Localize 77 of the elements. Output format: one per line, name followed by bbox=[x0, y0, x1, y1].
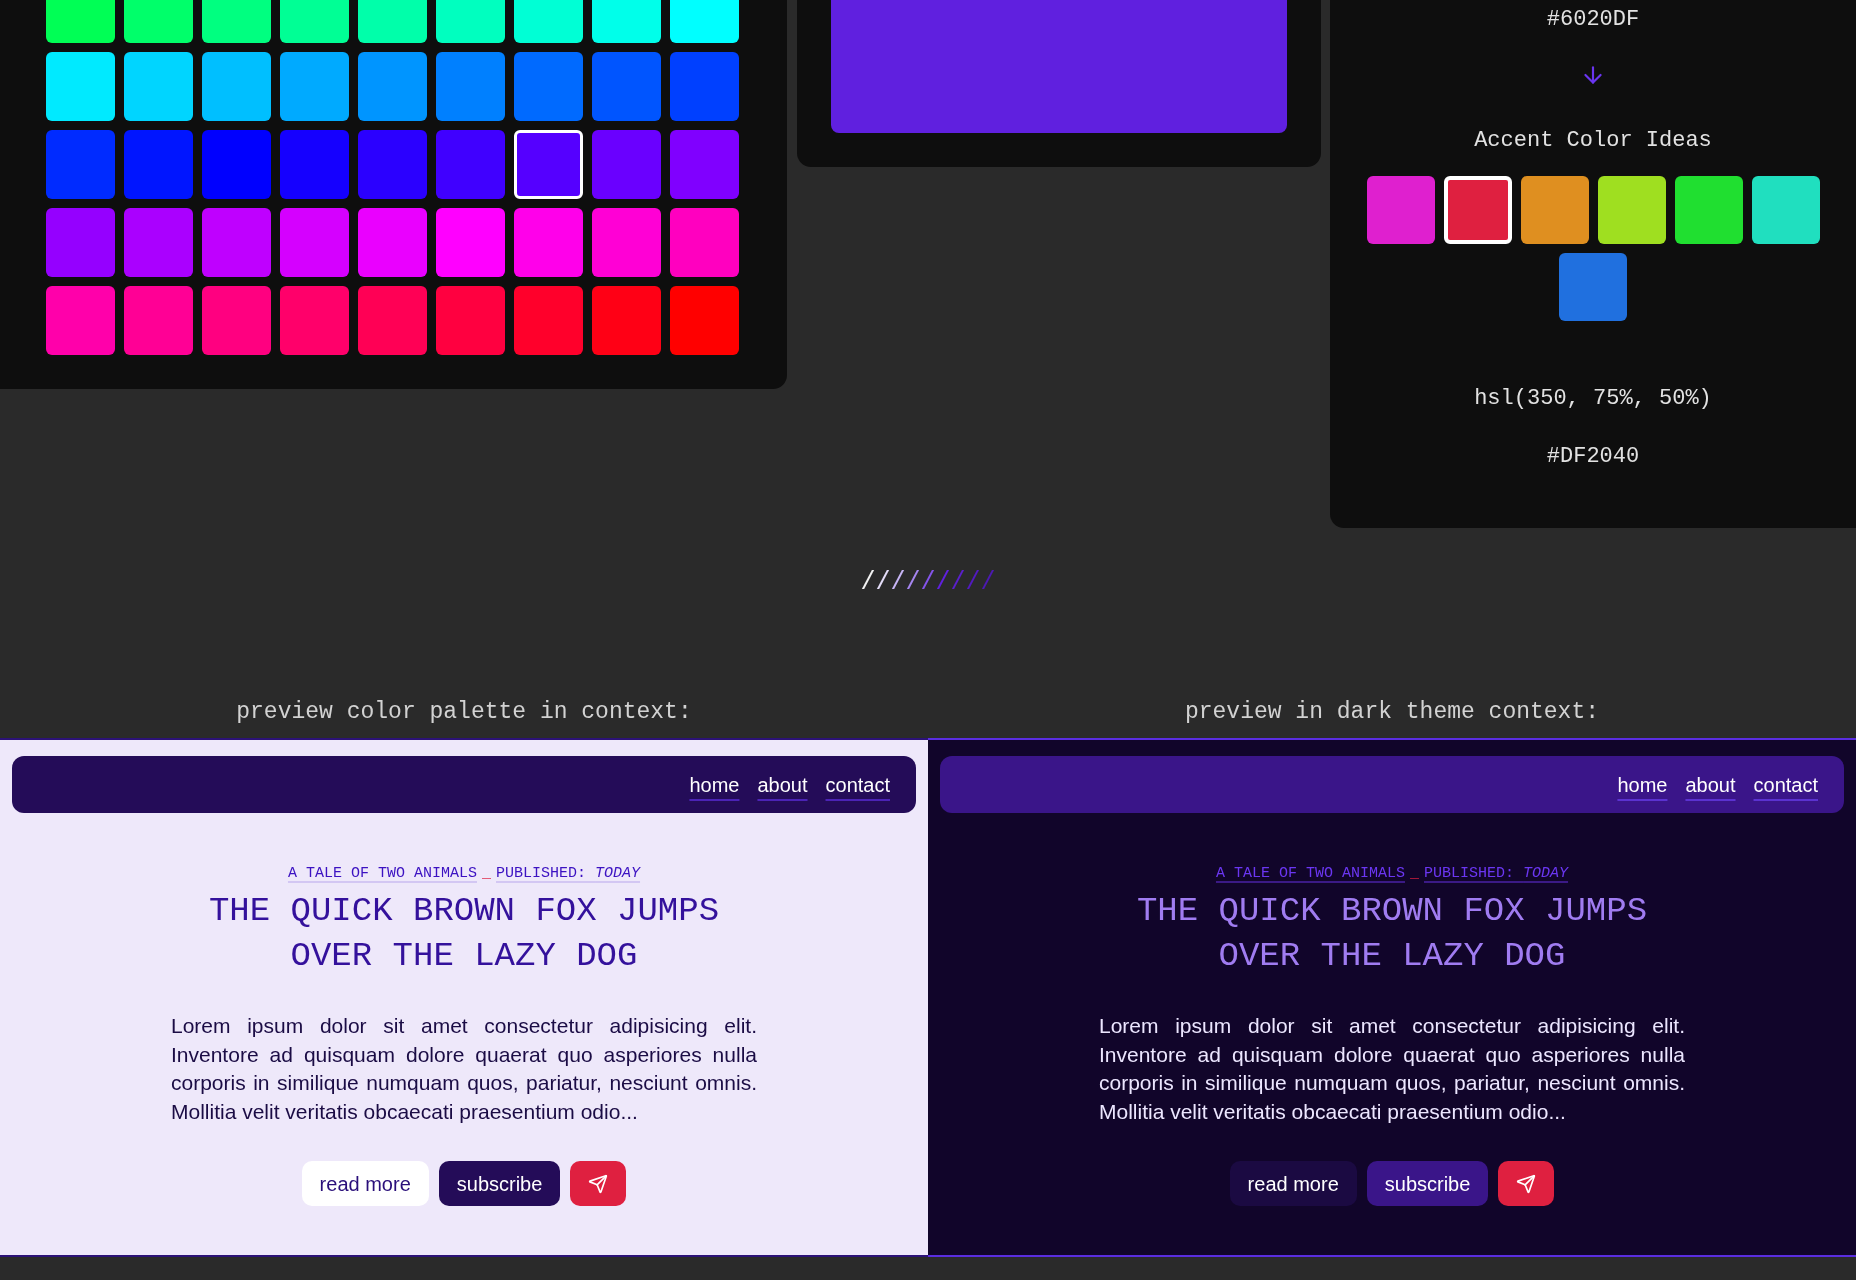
color-swatch[interactable] bbox=[1559, 253, 1627, 321]
shade-slash: / bbox=[890, 568, 906, 598]
color-swatch[interactable] bbox=[514, 52, 583, 121]
nav-link[interactable]: home bbox=[1617, 769, 1668, 800]
read-more-button[interactable]: read more bbox=[1229, 1161, 1357, 1206]
color-swatch[interactable] bbox=[280, 208, 349, 277]
color-swatch[interactable] bbox=[514, 208, 583, 277]
shade-slash: / bbox=[980, 568, 996, 598]
shade-slash: / bbox=[935, 568, 951, 598]
color-swatch[interactable] bbox=[358, 130, 427, 199]
preview-label: preview in dark theme context: bbox=[1184, 698, 1600, 726]
color-swatch[interactable] bbox=[202, 52, 271, 121]
color-swatch[interactable] bbox=[280, 130, 349, 199]
color-swatch[interactable] bbox=[280, 286, 349, 355]
subscribe-button[interactable]: subscribe bbox=[438, 1161, 561, 1206]
color-swatch[interactable] bbox=[670, 208, 739, 277]
color-swatch[interactable] bbox=[592, 208, 661, 277]
nav-link[interactable]: home bbox=[689, 769, 740, 800]
send-button[interactable] bbox=[1498, 1161, 1555, 1206]
color-swatch[interactable] bbox=[358, 286, 427, 355]
shade-slash: / bbox=[875, 568, 891, 598]
subscribe-button[interactable]: subscribe bbox=[1366, 1161, 1489, 1206]
color-swatch[interactable] bbox=[280, 52, 349, 121]
article-headline: THE QUICK BROWN FOX JUMPS OVER THE LAZY DOG bbox=[207, 891, 721, 977]
nav-link[interactable]: about bbox=[1685, 769, 1736, 800]
color-swatch[interactable] bbox=[592, 286, 661, 355]
color-swatch[interactable] bbox=[670, 52, 739, 121]
color-swatch[interactable] bbox=[124, 208, 193, 277]
color-swatch[interactable] bbox=[1674, 176, 1743, 244]
article-kicker: A TALE OF TWO ANIMALS _ PUBLISHED: TODAY bbox=[1215, 864, 1569, 884]
color-swatch[interactable] bbox=[1520, 176, 1589, 244]
shade-slash: / bbox=[950, 568, 966, 598]
color-swatch[interactable] bbox=[1443, 176, 1512, 244]
color-swatch[interactable] bbox=[436, 286, 505, 355]
color-swatch[interactable] bbox=[46, 208, 115, 277]
color-swatch[interactable] bbox=[124, 52, 193, 121]
read-more-button[interactable]: read more bbox=[301, 1161, 429, 1206]
nav-link[interactable]: contact bbox=[1753, 769, 1818, 800]
base-hex-text: #6020DF bbox=[1546, 6, 1640, 34]
color-swatch[interactable] bbox=[1366, 176, 1435, 244]
shade-slash: / bbox=[965, 568, 981, 598]
shade-slash: / bbox=[905, 568, 921, 598]
color-swatch[interactable] bbox=[670, 130, 739, 199]
color-swatch[interactable] bbox=[514, 286, 583, 355]
paper-plane-icon bbox=[588, 1173, 609, 1194]
color-swatch[interactable] bbox=[592, 130, 661, 199]
paper-plane-icon bbox=[1516, 1173, 1537, 1194]
hsl-value-text: hsl(350, 75%, 50%) bbox=[1474, 385, 1712, 413]
color-swatch[interactable] bbox=[202, 208, 271, 277]
color-swatch[interactable] bbox=[46, 286, 115, 355]
color-swatch[interactable] bbox=[436, 208, 505, 277]
nav-link[interactable]: contact bbox=[825, 769, 890, 800]
article-headline: THE QUICK BROWN FOX JUMPS OVER THE LAZY DOG bbox=[1135, 891, 1649, 977]
color-swatch[interactable] bbox=[124, 286, 193, 355]
color-swatch[interactable] bbox=[436, 52, 505, 121]
preview-label: preview color palette in context: bbox=[236, 698, 692, 726]
shade-slash: / bbox=[860, 568, 876, 598]
color-swatch[interactable] bbox=[592, 52, 661, 121]
color-swatch[interactable] bbox=[46, 52, 115, 121]
color-swatch[interactable] bbox=[358, 208, 427, 277]
nav-link[interactable]: about bbox=[757, 769, 808, 800]
color-swatch[interactable] bbox=[46, 130, 115, 199]
accent-title: Accent Color Ideas bbox=[1474, 127, 1712, 155]
color-swatch[interactable] bbox=[1597, 176, 1666, 244]
shade-slash: / bbox=[920, 568, 936, 598]
article-body: Lorem ipsum dolor sit amet consectetur adipisicing elit. Inventore ad quisquam dolore quaerat quo asperiores nulla corporis in similique numquam quos, pariatur, nesciunt omnis. Mollitia velit veritatis obcaecati praesentium odio... bbox=[171, 1013, 757, 1125]
color-swatch[interactable] bbox=[670, 286, 739, 355]
color-swatch[interactable] bbox=[124, 130, 193, 199]
color-swatch[interactable] bbox=[514, 130, 583, 199]
article-body: Lorem ipsum dolor sit amet consectetur adipisicing elit. Inventore ad quisquam dolore quaerat quo asperiores nulla corporis in similique numquam quos, pariatur, nesciunt omnis. Mollitia velit veritatis obcaecati praesentium odio... bbox=[1099, 1013, 1685, 1125]
hex-value-text: #DF2040 bbox=[1546, 443, 1640, 471]
color-swatch[interactable] bbox=[1751, 176, 1820, 244]
color-swatch[interactable] bbox=[436, 130, 505, 199]
color-swatch[interactable] bbox=[202, 286, 271, 355]
article-kicker: A TALE OF TWO ANIMALS _ PUBLISHED: TODAY bbox=[287, 864, 641, 884]
color-swatch[interactable] bbox=[358, 52, 427, 121]
color-swatch[interactable] bbox=[202, 130, 271, 199]
